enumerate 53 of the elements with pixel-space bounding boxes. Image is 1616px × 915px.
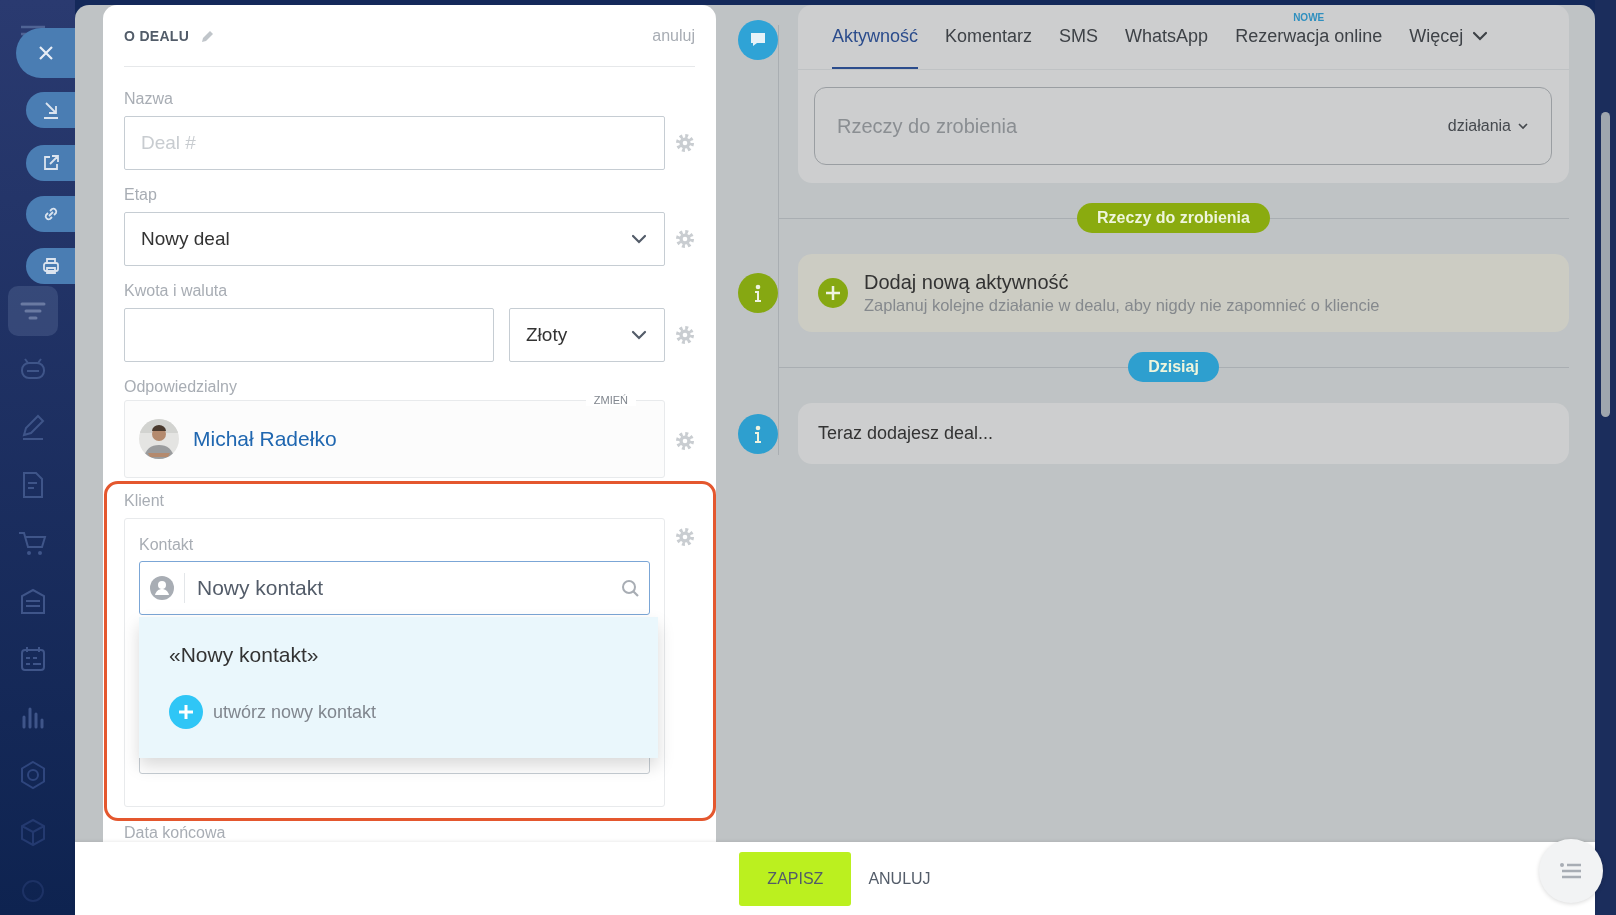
section-title: O DEALU	[124, 27, 190, 44]
funnel-icon	[20, 302, 46, 320]
field-label: Kwota i waluta	[124, 281, 229, 301]
search-icon	[621, 579, 639, 597]
create-contact-button[interactable]: utwórz nowy kontakt	[169, 695, 377, 729]
tab[interactable]: SMS	[1059, 5, 1099, 69]
tab[interactable]: WhatsApp	[1125, 5, 1209, 69]
currency-select[interactable]: Złoty	[509, 308, 665, 362]
settings-icon[interactable]	[675, 431, 695, 451]
list-icon	[1559, 861, 1583, 881]
add-activity-card[interactable]: Dodaj nową aktywność Zaplanuj kolejne działanie w dealu, aby nigdy nie zapomnieć o kliencie	[798, 254, 1569, 332]
plus-icon	[169, 695, 203, 729]
actions-dropdown[interactable]: działania	[1447, 117, 1529, 135]
chevron-down-icon	[1517, 120, 1529, 132]
save-button[interactable]: ZAPISZ	[739, 851, 852, 906]
card-title: Dodaj nową aktywność	[864, 271, 1070, 294]
cancel-button[interactable]: ANULUJ	[868, 869, 931, 888]
change-link[interactable]: ZMIEŃ	[585, 394, 636, 406]
status-card: Teraz dodajesz deal...	[798, 403, 1569, 464]
user-icon	[150, 576, 174, 600]
field-label: Etap	[124, 185, 158, 205]
timeline-badge: Dzisiaj	[1128, 352, 1219, 382]
print-button[interactable]	[26, 248, 75, 284]
field-label: Kontakt	[139, 535, 195, 555]
amount-field[interactable]	[124, 308, 494, 362]
settings-icon[interactable]	[675, 133, 695, 153]
field-label: Odpowiedzialny	[124, 377, 238, 397]
open-button[interactable]	[26, 145, 75, 181]
settings-icon[interactable]	[675, 229, 695, 249]
field-label: Data końcowa	[124, 823, 227, 842]
contact-search-field[interactable]: Nowy kontakt	[139, 561, 650, 615]
plus-icon	[818, 278, 848, 308]
tab[interactable]: Aktywność	[832, 5, 919, 69]
suggestion-item[interactable]: «Nowy kontakt»	[169, 637, 319, 673]
tab[interactable]: Więcej	[1409, 5, 1490, 69]
download-button[interactable]	[26, 92, 75, 128]
print-icon	[40, 256, 61, 276]
todo-input-field[interactable]: Rzeczy do zrobienia działania	[814, 87, 1552, 165]
settings-icon[interactable]	[675, 325, 695, 345]
timeline-badge: Rzeczy do zrobienia	[1077, 203, 1270, 233]
settings-icon[interactable]	[675, 527, 695, 547]
card-subtitle: Zaplanuj kolejne działanie w dealu, aby nigdy nie zapomnieć o kliencie	[864, 296, 1380, 315]
copy-link-button[interactable]	[26, 196, 75, 232]
chat-icon	[738, 20, 778, 60]
user-link[interactable]: Michał Radełko	[193, 427, 337, 451]
close-button[interactable]	[16, 28, 75, 78]
menu-button[interactable]	[1539, 839, 1603, 903]
new-label: NOWE	[1292, 12, 1326, 23]
field-label: Klient	[124, 491, 166, 511]
scrollbar-thumb[interactable]	[1601, 112, 1610, 417]
tab[interactable]: Komentarz	[945, 5, 1033, 69]
field-label: Nazwa	[124, 89, 174, 109]
stage-select[interactable]: Nowy deal	[124, 212, 665, 266]
